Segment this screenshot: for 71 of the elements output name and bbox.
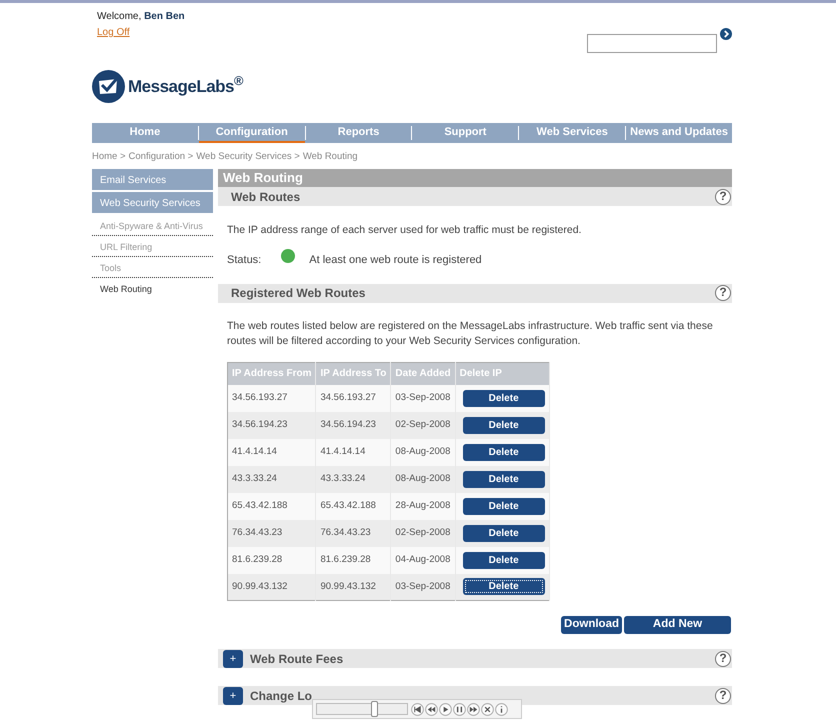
delete-button[interactable]: Delete bbox=[462, 444, 545, 460]
seek-thumb[interactable] bbox=[370, 701, 378, 717]
column-header: IP Address To bbox=[316, 362, 391, 384]
help-icon[interactable]: ? bbox=[715, 688, 731, 704]
table-cell: 02-Sep-2008 bbox=[390, 412, 456, 438]
description-text: The web routes listed below are registered on the MessageLabs infrastructure. Web traffic sent via these routes will be filtered according to your Web Security Services configuration. bbox=[226, 318, 714, 350]
section-title: Change Lo bbox=[250, 688, 312, 704]
table-cell: 41.4.14.14 bbox=[316, 438, 391, 466]
description-text: The IP address range of each server used for web traffic must be registered. bbox=[226, 223, 582, 238]
breadcrumb-link[interactable]: Configuration > bbox=[128, 151, 194, 162]
table-cell: 28-Aug-2008 bbox=[390, 492, 456, 520]
table-cell: 81.6.239.28 bbox=[228, 546, 316, 574]
sidebar-item[interactable]: Web Routing bbox=[92, 278, 213, 300]
logo-icon bbox=[92, 70, 125, 103]
expand-button[interactable]: + bbox=[223, 686, 243, 704]
table-cell: 65.43.42.188 bbox=[316, 492, 391, 520]
table-cell: 65.43.42.188 bbox=[228, 492, 316, 520]
download-button[interactable]: Download bbox=[561, 616, 622, 634]
delete-button[interactable]: Delete bbox=[462, 416, 545, 434]
table-cell: 03-Sep-2008 bbox=[390, 574, 456, 600]
table-cell: 76.34.43.23 bbox=[316, 520, 391, 546]
search-field[interactable] bbox=[587, 34, 717, 53]
table-cell: 02-Sep-2008 bbox=[390, 520, 456, 546]
delete-button[interactable]: Delete bbox=[462, 578, 545, 596]
breadcrumb-link[interactable]: Home > bbox=[92, 151, 126, 162]
table-cell: 03-Sep-2008 bbox=[390, 384, 456, 412]
section-title: Web Routes bbox=[231, 188, 300, 206]
rewind-icon[interactable] bbox=[425, 702, 438, 716]
delete-button[interactable]: Delete bbox=[462, 552, 545, 568]
play-icon[interactable] bbox=[439, 702, 452, 716]
table-cell: 34.56.194.23 bbox=[316, 412, 391, 438]
close-icon[interactable] bbox=[481, 702, 494, 716]
breadcrumb-link[interactable]: Web Security Services > bbox=[196, 151, 300, 162]
column-header: IP Address From bbox=[228, 362, 316, 384]
info-icon[interactable] bbox=[495, 702, 508, 716]
table-cell: 43.3.33.24 bbox=[316, 466, 391, 492]
page-title: Web Routing bbox=[218, 169, 732, 188]
delete-button[interactable]: Delete bbox=[462, 498, 545, 514]
logo-text: MessageLabs$^{®}$ bbox=[128, 74, 243, 98]
section-title: Web Route Fees bbox=[250, 650, 344, 668]
table-cell: 34.56.193.27 bbox=[228, 384, 316, 412]
table-cell: 34.56.194.23 bbox=[228, 412, 316, 438]
table-cell: 76.34.43.23 bbox=[228, 520, 316, 546]
table-cell: 41.4.14.14 bbox=[228, 438, 316, 466]
table-cell: 90.99.43.132 bbox=[316, 574, 391, 600]
skip-back-icon[interactable] bbox=[411, 702, 424, 716]
section-title: Registered Web Routes bbox=[231, 285, 366, 302]
table-cell: 43.3.33.24 bbox=[228, 466, 316, 492]
add-new-button[interactable]: Add New bbox=[624, 616, 731, 634]
expand-button[interactable]: + bbox=[223, 650, 243, 668]
breadcrumb-current: Web Routing bbox=[302, 151, 358, 162]
table-cell: 08-Aug-2008 bbox=[390, 466, 456, 492]
delete-button[interactable]: Delete bbox=[462, 524, 545, 542]
table-cell: 04-Aug-2008 bbox=[390, 546, 456, 574]
column-header: Date Added bbox=[390, 362, 456, 384]
table-cell: 08-Aug-2008 bbox=[390, 438, 456, 466]
help-icon[interactable]: ? bbox=[715, 650, 731, 666]
column-header: Delete IP bbox=[455, 362, 550, 384]
help-icon[interactable]: ? bbox=[715, 285, 731, 301]
status-text: At least one web route is registered bbox=[309, 253, 482, 268]
delete-button[interactable]: Delete bbox=[462, 470, 545, 488]
table-cell: 81.6.239.28 bbox=[316, 546, 391, 574]
help-icon[interactable]: ? bbox=[715, 188, 731, 205]
table-cell: 90.99.43.132 bbox=[228, 574, 316, 600]
status-label: Status: bbox=[227, 253, 262, 268]
fast-forward-icon[interactable] bbox=[467, 702, 480, 716]
table-cell: 34.56.193.27 bbox=[316, 384, 391, 412]
welcome-text: Welcome, Ben Ben bbox=[97, 10, 185, 24]
pause-icon[interactable] bbox=[453, 702, 466, 716]
delete-button[interactable]: Delete bbox=[462, 390, 545, 406]
seek-track[interactable] bbox=[316, 703, 408, 715]
